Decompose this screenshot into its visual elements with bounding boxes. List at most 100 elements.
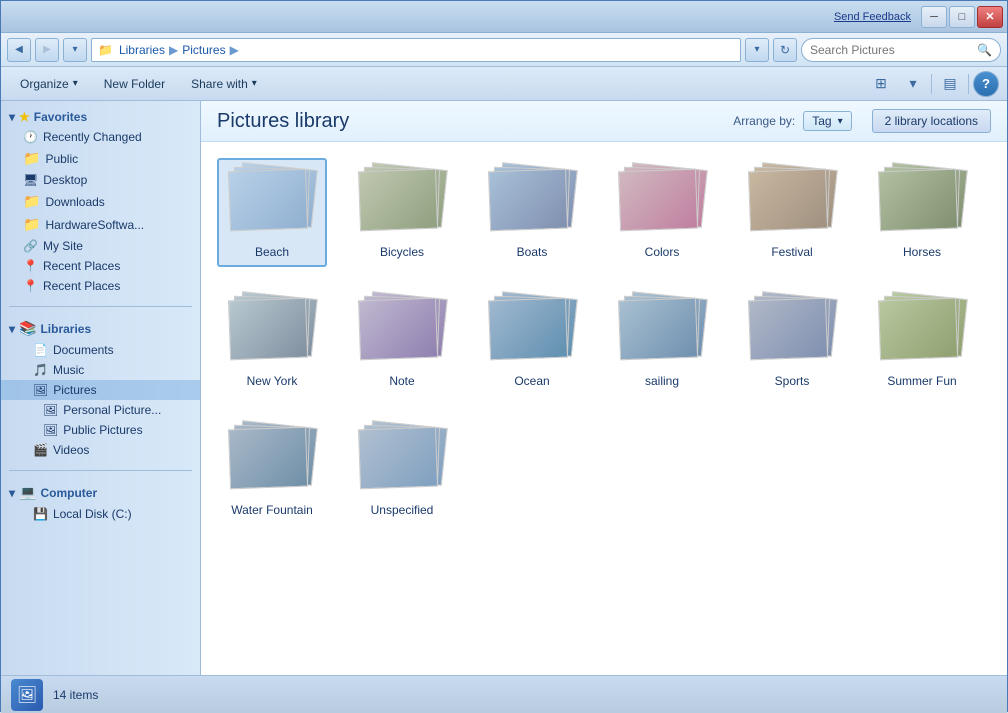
libraries-header[interactable]: ▾ 📚 Libraries [1, 317, 200, 340]
maximize-button[interactable]: □ [949, 6, 975, 28]
sidebar-item-videos[interactable]: 🎬 Videos [1, 440, 200, 460]
content-area: Pictures library Arrange by: Tag ▾ 2 lib… [201, 101, 1007, 675]
back-button[interactable]: ◀ [7, 38, 31, 62]
new-folder-button[interactable]: New Folder [93, 71, 176, 97]
folder-stack [617, 295, 707, 370]
folder-item[interactable]: Beach [217, 158, 327, 267]
folder-name: Unspecified [371, 503, 434, 517]
library-locations-button[interactable]: 2 library locations [872, 109, 991, 133]
libraries-label: Libraries [40, 322, 91, 336]
computer-icon: 💻 [19, 484, 36, 501]
search-box[interactable]: 🔍 [801, 38, 1001, 62]
folder-name: Water Fountain [231, 503, 313, 517]
sidebar-item-desktop[interactable]: 🖥 Desktop [1, 170, 200, 190]
favorites-header[interactable]: ▾ ★ Favorites [1, 107, 200, 127]
folder-item[interactable]: Summer Fun [867, 287, 977, 396]
toolbar-right: ⊞ ▾ ▤ ? [867, 71, 999, 97]
forward-button[interactable]: ▶ [35, 38, 59, 62]
folder-stack [227, 295, 317, 370]
folder-item[interactable]: Sports [737, 287, 847, 396]
sidebar-item-recent-places-2[interactable]: 📍 Recent Places [1, 276, 200, 296]
path-pictures[interactable]: Pictures [182, 43, 225, 57]
minimize-button[interactable]: ─ [921, 6, 947, 28]
recent-places-2-icon: 📍 [23, 279, 38, 293]
recent-places-1-icon: 📍 [23, 259, 38, 273]
folder-photo-layer [488, 169, 568, 232]
pictures-icon: 🖼 [33, 383, 48, 397]
preview-pane-button[interactable]: ▤ [936, 71, 964, 97]
recently-changed-icon: 🕐 [23, 130, 38, 144]
sidebar-item-public[interactable]: 📁 Public [1, 147, 200, 170]
computer-label: Computer [40, 486, 97, 500]
desktop-icon: 🖥 [23, 173, 38, 187]
sidebar-item-local-disk[interactable]: 💾 Local Disk (C:) [1, 504, 200, 524]
folder-item[interactable]: New York [217, 287, 327, 396]
arrange-dropdown[interactable]: Tag ▾ [803, 111, 851, 131]
organize-label: Organize [20, 77, 69, 91]
folder-stack [747, 166, 837, 241]
folder-stack [227, 166, 317, 241]
sidebar-item-public-pictures[interactable]: 🖼 Public Pictures [1, 420, 200, 440]
folder-item[interactable]: Boats [477, 158, 587, 267]
sidebar-item-music[interactable]: 🎵 Music [1, 360, 200, 380]
folder-item[interactable]: Festival [737, 158, 847, 267]
path-libraries[interactable]: Libraries [119, 43, 165, 57]
personal-pictures-label: Personal Picture... [63, 403, 161, 417]
local-disk-icon: 💾 [33, 507, 48, 521]
toolbar-separator2 [968, 74, 969, 94]
folder-stack [877, 166, 967, 241]
address-dropdown-button[interactable]: ▾ [63, 38, 87, 62]
arrange-chevron: ▾ [838, 116, 843, 127]
folder-item[interactable]: Note [347, 287, 457, 396]
help-button[interactable]: ? [973, 71, 999, 97]
public-label: Public [45, 152, 78, 166]
computer-header[interactable]: ▾ 💻 Computer [1, 481, 200, 504]
sidebar-item-hardwaresoftware[interactable]: 📁 HardwareSoftwa... [1, 213, 200, 236]
sidebar-item-personal-pictures[interactable]: 🖼 Personal Picture... [1, 400, 200, 420]
folder-stack [487, 295, 577, 370]
folder-item[interactable]: Unspecified [347, 416, 457, 525]
organize-button[interactable]: Organize ▾ [9, 71, 89, 97]
search-icon: 🔍 [977, 43, 992, 57]
folder-item[interactable]: Colors [607, 158, 717, 267]
folder-item[interactable]: sailing [607, 287, 717, 396]
folder-stack [227, 424, 317, 499]
folder-stack [747, 295, 837, 370]
address-path[interactable]: 📁 Libraries ▶ Pictures ▶ [91, 38, 741, 62]
sidebar-item-my-site[interactable]: 🔗 My Site [1, 236, 200, 256]
send-feedback-link[interactable]: Send Feedback [834, 11, 911, 23]
public-pictures-label: Public Pictures [63, 423, 142, 437]
favorites-chevron: ▾ [9, 110, 15, 124]
share-with-button[interactable]: Share with ▾ [180, 71, 268, 97]
folder-item[interactable]: Horses [867, 158, 977, 267]
folder-item[interactable]: Ocean [477, 287, 587, 396]
computer-chevron: ▾ [9, 486, 15, 500]
status-icon: 🖼 [11, 679, 43, 711]
view-mode-button[interactable]: ⊞ [867, 71, 895, 97]
address-bar: ◀ ▶ ▾ 📁 Libraries ▶ Pictures ▶ ▾ ↻ 🔍 [1, 33, 1007, 67]
sidebar-item-recent-places-1[interactable]: 📍 Recent Places [1, 256, 200, 276]
refresh-button[interactable]: ↻ [773, 38, 797, 62]
pictures-label: Pictures [53, 383, 96, 397]
folder-photo-layer [228, 169, 308, 232]
toolbar: Organize ▾ New Folder Share with ▾ ⊞ ▾ ▤… [1, 67, 1007, 101]
view-details-button[interactable]: ▾ [899, 71, 927, 97]
my-site-icon: 🔗 [23, 239, 38, 253]
folder-photo-layer [358, 298, 438, 361]
status-item-count: 14 items [53, 688, 98, 702]
search-input[interactable] [810, 43, 973, 57]
sidebar-item-pictures[interactable]: 🖼 Pictures [1, 380, 200, 400]
sidebar-divider-2 [9, 470, 192, 471]
downloads-icon: 📁 [23, 193, 40, 210]
sidebar-item-recently-changed[interactable]: 🕐 Recently Changed [1, 127, 200, 147]
close-button[interactable]: ✕ [977, 6, 1003, 28]
sidebar-item-downloads[interactable]: 📁 Downloads [1, 190, 200, 213]
folder-item[interactable]: Water Fountain [217, 416, 327, 525]
path-dropdown-button[interactable]: ▾ [745, 38, 769, 62]
sidebar-divider-1 [9, 306, 192, 307]
content-header: Pictures library Arrange by: Tag ▾ 2 lib… [201, 101, 1007, 142]
status-bar: 🖼 14 items [1, 675, 1007, 713]
folder-item[interactable]: Bicycles [347, 158, 457, 267]
music-icon: 🎵 [33, 363, 48, 377]
sidebar-item-documents[interactable]: 📄 Documents [1, 340, 200, 360]
